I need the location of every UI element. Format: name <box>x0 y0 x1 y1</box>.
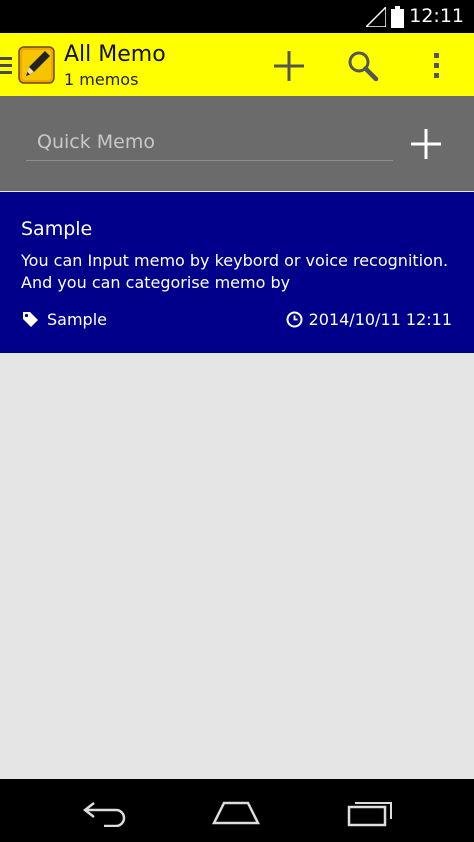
quick-memo-bar <box>0 96 474 191</box>
signal-icon <box>366 7 386 27</box>
memo-date-label: 2014/10/11 12:11 <box>308 310 452 329</box>
memo-title: Sample <box>21 218 93 240</box>
memo-tag-label: Sample <box>47 310 107 329</box>
memo-tag: Sample <box>22 310 107 329</box>
back-arrow-icon[interactable] <box>82 799 130 827</box>
memo-count: 1 memos <box>64 70 139 89</box>
page-title: All Memo <box>64 42 166 67</box>
home-icon[interactable] <box>210 799 262 827</box>
action-bar: All Memo 1 memos <box>0 33 474 96</box>
pencil-memo-icon[interactable] <box>18 45 56 85</box>
clock-icon <box>286 311 303 328</box>
memo-date: 2014/10/11 12:11 <box>286 310 452 329</box>
tag-icon <box>23 312 38 327</box>
memo-body: You can Input memo by keybord or voice r… <box>21 251 449 292</box>
memo-list-item[interactable]: Sample You can Input memo by keybord or … <box>0 192 474 353</box>
hamburger-icon[interactable] <box>0 55 14 77</box>
quick-memo-input[interactable] <box>26 124 393 161</box>
recent-apps-icon[interactable] <box>346 797 394 827</box>
navigation-bar <box>0 779 474 842</box>
status-time: 12:11 <box>409 5 464 27</box>
more-vertical-icon[interactable] <box>428 49 446 83</box>
plus-icon[interactable] <box>408 126 444 162</box>
battery-icon <box>391 6 404 28</box>
plus-icon[interactable] <box>272 49 306 83</box>
magnifier-icon[interactable] <box>346 49 380 83</box>
status-bar: 12:11 <box>0 0 474 33</box>
